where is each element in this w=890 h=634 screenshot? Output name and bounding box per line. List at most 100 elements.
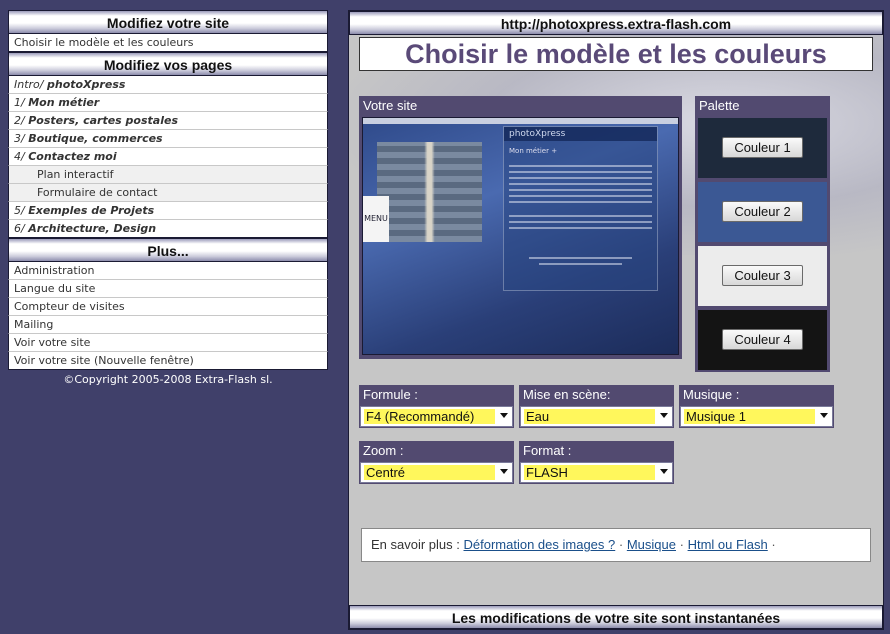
formule-select[interactable]: F4 (Recommandé)	[360, 406, 513, 427]
sidebar: Modifiez votre site Choisir le modèle et…	[8, 10, 328, 386]
link-musique[interactable]: Musique	[627, 537, 676, 552]
preview-text-line	[509, 201, 652, 203]
zoom-label: Zoom :	[363, 443, 404, 458]
chevron-down-icon	[500, 413, 508, 418]
sidebar-item-label: Mon métier	[28, 96, 100, 109]
sidebar-item-choose-template[interactable]: Choisir le modèle et les couleurs	[8, 34, 328, 52]
preview-content-panel: photoXpress Mon métier +	[503, 126, 658, 291]
plus-section-header: Plus...	[8, 238, 328, 262]
sidebar-item-label: Administration	[14, 264, 95, 277]
sidebar-item-administration[interactable]: Administration	[8, 262, 328, 280]
footer-status: Les modifications de votre site sont ins…	[349, 605, 883, 629]
sidebar-item-compteur[interactable]: Compteur de visites	[8, 298, 328, 316]
sidebar-item-voir-site[interactable]: Voir votre site	[8, 334, 328, 352]
color-swatch: Couleur 4	[698, 310, 827, 370]
format-label: Format :	[523, 443, 572, 458]
color-1-button[interactable]: Couleur 1	[722, 137, 803, 158]
page-number: Intro/	[14, 78, 44, 91]
musique-label: Musique :	[683, 387, 740, 402]
page-number: 1/	[14, 96, 25, 109]
preview-text-line	[509, 183, 652, 185]
sidebar-item-label: Langue du site	[14, 282, 96, 295]
pages-section-header: Modifiez vos pages	[8, 52, 328, 76]
preview-text-line	[509, 227, 652, 229]
color-4-button[interactable]: Couleur 4	[722, 329, 803, 350]
sidebar-item-boutique[interactable]: 3/ Boutique, commerces	[8, 130, 328, 148]
sidebar-item-contactez-moi[interactable]: 4/ Contactez moi	[8, 148, 328, 166]
preview-text-line	[509, 165, 652, 167]
main-panel: http://photoxpress.extra-flash.com Chois…	[348, 10, 884, 630]
learn-more-label: En savoir plus :	[371, 537, 460, 552]
zoom-select-box: Zoom : Centré	[359, 441, 514, 484]
site-section-header: Modifiez votre site	[8, 10, 328, 34]
mise-en-scene-select-box: Mise en scène: Eau	[519, 385, 674, 428]
preview-top-strip	[363, 118, 678, 124]
format-select-box: Format : FLASH	[519, 441, 674, 484]
sidebar-item-mon-metier[interactable]: 1/ Mon métier	[8, 94, 328, 112]
sidebar-item-label: Boutique, commerces	[28, 132, 163, 145]
sidebar-item-intro[interactable]: Intro/ photoXpress	[8, 76, 328, 94]
mise-en-scene-select[interactable]: Eau	[520, 406, 673, 427]
page-number: 4/	[14, 150, 25, 163]
color-2-button[interactable]: Couleur 2	[722, 201, 803, 222]
mise-en-scene-value: Eau	[524, 409, 655, 424]
chevron-down-icon	[660, 469, 668, 474]
chevron-down-icon	[660, 413, 668, 418]
chevron-down-icon	[820, 413, 828, 418]
sidebar-subitem-plan-interactif[interactable]: Plan interactif	[8, 166, 328, 184]
color-swatch: Couleur 3	[698, 246, 827, 306]
sidebar-item-label: Mailing	[14, 318, 54, 331]
musique-select-box: Musique : Musique 1	[679, 385, 834, 428]
color-swatch: Couleur 2	[698, 182, 827, 242]
sidebar-item-label: Compteur de visites	[14, 300, 125, 313]
page-number: 5/	[14, 204, 25, 217]
preview-text-line	[509, 215, 652, 217]
preview-menu-tab: MENU	[363, 196, 389, 242]
sidebar-item-label: Architecture, Design	[28, 222, 157, 235]
preview-brand: photoXpress	[504, 127, 657, 141]
color-swatch: Couleur 1	[698, 118, 827, 178]
sidebar-item-label: Posters, cartes postales	[28, 114, 178, 127]
sidebar-item-label: Choisir le modèle et les couleurs	[14, 36, 194, 49]
sidebar-item-voir-site-new-window[interactable]: Voir votre site (Nouvelle fenêtre)	[8, 352, 328, 370]
learn-more-box: En savoir plus : Déformation des images …	[361, 528, 871, 562]
preview-text-line	[509, 171, 652, 173]
sidebar-item-label: Contactez moi	[28, 150, 117, 163]
sidebar-item-architecture[interactable]: 6/ Architecture, Design	[8, 220, 328, 238]
musique-select[interactable]: Musique 1	[680, 406, 833, 427]
sidebar-item-posters[interactable]: 2/ Posters, cartes postales	[8, 112, 328, 130]
sidebar-subitem-formulaire-contact[interactable]: Formulaire de contact	[8, 184, 328, 202]
format-select[interactable]: FLASH	[520, 462, 673, 483]
mise-en-scene-label: Mise en scène:	[523, 387, 611, 402]
sidebar-item-mailing[interactable]: Mailing	[8, 316, 328, 334]
preview-city-photo	[377, 142, 482, 242]
site-preview-label: Votre site	[359, 96, 682, 116]
zoom-select[interactable]: Centré	[360, 462, 513, 483]
sidebar-item-label: Voir votre site	[14, 336, 91, 349]
formule-label: Formule :	[363, 387, 418, 402]
separator: ·	[618, 537, 624, 552]
palette-box: Palette Couleur 1 Couleur 2 Couleur 3 Co…	[695, 96, 830, 372]
page-title: Choisir le modèle et les couleurs	[359, 37, 873, 71]
copyright: ©Copyright 2005-2008 Extra-Flash sl.	[63, 373, 273, 386]
preview-text-line	[529, 257, 632, 259]
sidebar-item-label: Voir votre site (Nouvelle fenêtre)	[14, 354, 194, 367]
sidebar-item-label: Exemples de Projets	[28, 204, 155, 217]
site-preview-image[interactable]: MENU photoXpress Mon métier +	[362, 117, 679, 355]
zoom-value: Centré	[364, 465, 495, 480]
site-preview-box: Votre site MENU photoXpress Mon métier +	[359, 96, 682, 359]
page-number: 3/	[14, 132, 25, 145]
link-html-ou-flash[interactable]: Html ou Flash	[688, 537, 768, 552]
preview-text-line	[509, 177, 652, 179]
sidebar-item-langue[interactable]: Langue du site	[8, 280, 328, 298]
separator: ·	[679, 537, 684, 552]
preview-text-line	[539, 263, 622, 265]
formule-value: F4 (Recommandé)	[364, 409, 495, 424]
preview-subheading: Mon métier +	[509, 147, 558, 155]
format-value: FLASH	[524, 465, 655, 480]
color-3-button[interactable]: Couleur 3	[722, 265, 803, 286]
preview-text-line	[509, 195, 652, 197]
link-deformation-images[interactable]: Déformation des images ?	[464, 537, 616, 552]
sidebar-item-label: Formulaire de contact	[37, 186, 158, 199]
sidebar-item-exemples-projets[interactable]: 5/ Exemples de Projets	[8, 202, 328, 220]
